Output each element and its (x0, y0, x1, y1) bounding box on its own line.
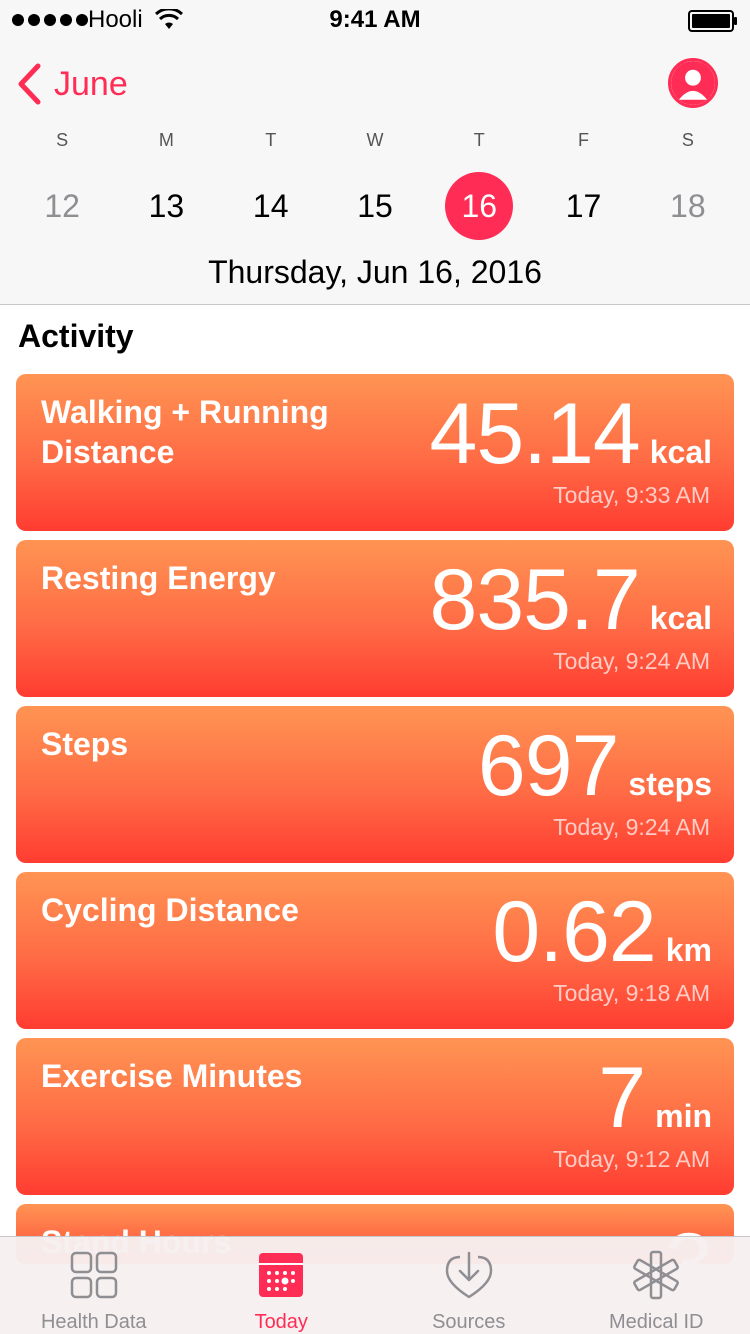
card-title: Steps (41, 726, 129, 762)
day-letter: S (56, 130, 69, 150)
day-mon[interactable]: M 13 (114, 130, 218, 240)
card-number: 7 (598, 1050, 646, 1146)
selected-date-label: Thursday, Jun 16, 2016 (208, 254, 542, 290)
card-value: 7 min (598, 1054, 712, 1142)
card-cycling-distance[interactable]: Cycling Distance 0.62 km Today, 9:18 AM (16, 872, 734, 1029)
status-time: 9:41 AM (329, 6, 421, 33)
card-walking-running[interactable]: Walking + Running Distance 45.14 kcal To… (16, 374, 734, 531)
card-steps[interactable]: Steps 697 steps Today, 9:24 AM (16, 706, 734, 863)
card-number: 45.14 (429, 386, 641, 482)
card-timestamp: Today, 9:24 AM (553, 814, 710, 840)
tab-bar: Health Data Today Sources Medical ID (0, 1236, 750, 1334)
day-number: 17 (565, 188, 602, 224)
card-number: 697 (477, 718, 619, 814)
card-unit: steps (628, 766, 712, 802)
card-exercise-minutes[interactable]: Exercise Minutes 7 min Today, 9:12 AM (16, 1038, 734, 1195)
section-title: Activity (18, 318, 134, 354)
day-sat[interactable]: S 18 (636, 130, 740, 240)
person-icon (671, 61, 715, 105)
day-number: 12 (44, 188, 80, 224)
card-unit: min (655, 1098, 712, 1134)
day-letter: T (473, 130, 485, 150)
activity-cards: Walking + Running Distance 45.14 kcal To… (16, 374, 734, 1264)
day-letter: F (578, 130, 590, 150)
day-letter: T (265, 130, 277, 150)
day-letter: W (366, 130, 384, 150)
calendar-icon (259, 1253, 304, 1297)
tab-label: Medical ID (609, 1311, 704, 1333)
card-number: 835.7 (429, 552, 641, 648)
grid-icon (70, 1251, 117, 1299)
tab-today[interactable]: Today (188, 1237, 376, 1334)
day-number: 14 (252, 188, 289, 224)
back-label: June (54, 64, 128, 103)
day-tue[interactable]: T 14 (219, 130, 323, 240)
card-title: Cycling Distance (41, 892, 299, 928)
card-title: Walking + Running Distance (41, 394, 329, 470)
tab-medical-id[interactable]: Medical ID (563, 1237, 750, 1334)
card-title: Resting Energy (41, 560, 276, 596)
medical-star-icon (633, 1250, 680, 1300)
calendar-header: June S 12 M 13 T 14 W 15 T 16 F 17 S 18 … (0, 40, 750, 305)
day-number: 15 (357, 188, 393, 224)
card-value: 0.62 km (492, 888, 712, 976)
week-strip: S 12 M 13 T 14 W 15 T 16 F 17 S 18 (10, 130, 740, 240)
day-number: 13 (148, 188, 185, 224)
tab-label: Health Data (40, 1311, 147, 1333)
card-timestamp: Today, 9:33 AM (553, 482, 710, 508)
tab-label: Today (254, 1311, 308, 1333)
day-wed[interactable]: W 15 (323, 130, 427, 240)
chevron-left-icon (18, 63, 41, 105)
card-value: 697 steps (478, 722, 712, 810)
heart-download-icon (445, 1251, 492, 1299)
card-timestamp: Today, 9:24 AM (553, 648, 710, 674)
card-unit: km (665, 932, 712, 968)
day-number-selected: 16 (445, 172, 514, 240)
day-letter: S (681, 130, 694, 150)
tab-label: Sources (432, 1311, 506, 1333)
status-bar: Hooli 9:41 AM (0, 0, 750, 40)
day-thu[interactable]: T 16 (427, 130, 531, 240)
profile-button[interactable] (668, 58, 718, 108)
card-timestamp: Today, 9:18 AM (553, 980, 710, 1006)
tab-sources[interactable]: Sources (375, 1237, 563, 1334)
card-number: 0.62 (492, 884, 656, 980)
card-unit: kcal (649, 600, 712, 636)
card-timestamp: Today, 9:12 AM (553, 1146, 710, 1172)
day-sun[interactable]: S 12 (10, 130, 114, 240)
day-number: 18 (670, 188, 706, 224)
tab-health-data[interactable]: Health Data (0, 1237, 188, 1334)
day-letter: M (158, 130, 174, 150)
card-value: 45.14 kcal (430, 390, 713, 478)
card-resting-energy[interactable]: Resting Energy 835.7 kcal Today, 9:24 AM (16, 540, 734, 697)
battery-icon (688, 10, 737, 32)
back-button[interactable]: June (16, 62, 128, 106)
day-fri[interactable]: F 17 (531, 130, 635, 240)
card-value: 835.7 kcal (430, 556, 713, 644)
card-unit: kcal (649, 434, 712, 470)
card-title: Exercise Minutes (41, 1058, 303, 1094)
